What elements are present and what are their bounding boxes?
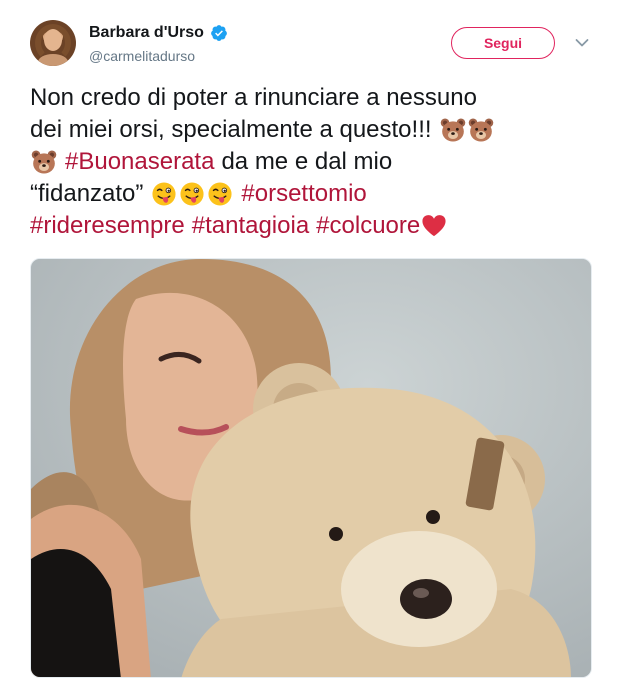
tweet-line-3: #Buonaserata da me e dal mio bbox=[30, 146, 595, 178]
tweet-line-2: dei miei orsi, specialmente a questo!!! bbox=[30, 114, 595, 146]
winking-tongue-emoji-icon bbox=[180, 182, 204, 206]
hashtag-link[interactable]: #Buonaserata bbox=[65, 146, 214, 178]
winking-tongue-emoji-icon bbox=[152, 182, 176, 206]
bear-face-emoji-icon bbox=[468, 118, 493, 142]
winking-tongue-emoji-icon bbox=[208, 182, 232, 206]
follow-button[interactable]: Segui bbox=[451, 27, 555, 59]
author-name-row: Barbara d'Urso bbox=[89, 24, 228, 42]
hashtag-link[interactable]: #colcuore bbox=[316, 210, 420, 242]
avatar[interactable] bbox=[30, 20, 76, 66]
tweet-line-4: “fidanzato” #orsettomio bbox=[30, 178, 595, 210]
verified-badge-icon bbox=[211, 25, 227, 41]
author-handle[interactable]: @carmelitadurso bbox=[89, 48, 195, 64]
tweet-photo[interactable] bbox=[30, 258, 592, 678]
tweet-line-1: Non credo di poter a rinunciare a nessun… bbox=[30, 84, 477, 111]
chevron-down-icon[interactable] bbox=[575, 38, 589, 48]
red-heart-emoji-icon bbox=[422, 215, 446, 237]
hashtag-link[interactable]: #tantagioia bbox=[192, 210, 309, 242]
hashtag-link[interactable]: #orsettomio bbox=[241, 178, 366, 210]
bear-face-emoji-icon bbox=[440, 118, 465, 142]
tweet-line-5: #rideresempre #tantagioia #colcuore bbox=[30, 210, 595, 242]
photo-woman-with-teddy-bear-icon bbox=[31, 259, 591, 677]
author-name[interactable]: Barbara d'Urso bbox=[89, 24, 204, 42]
tweet-card: Barbara d'Urso @carmelitadurso Segui Non… bbox=[0, 0, 623, 691]
hashtag-link[interactable]: #rideresempre bbox=[30, 210, 185, 242]
tweet-text: Non credo di poter a rinunciare a nessun… bbox=[30, 82, 595, 242]
bear-face-emoji-icon bbox=[31, 150, 57, 174]
